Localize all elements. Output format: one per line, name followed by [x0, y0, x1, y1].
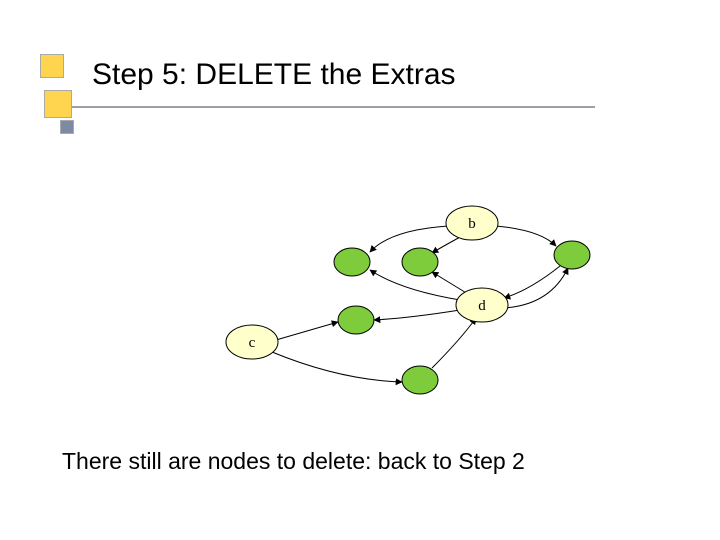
slide-title: Step 5: DELETE the Extras — [92, 58, 456, 92]
slide-caption: There still are nodes to delete: back to… — [62, 448, 525, 475]
title-bullet-square-3 — [60, 120, 74, 134]
graph-diagram: b d c — [180, 190, 620, 410]
node-c-label: c — [249, 335, 256, 351]
title-bullet-square-2 — [44, 90, 72, 118]
node-d-label: d — [478, 298, 486, 314]
node-b-label: b — [468, 216, 476, 232]
title-underline — [50, 106, 595, 108]
title-bullet-square-1 — [40, 54, 64, 78]
